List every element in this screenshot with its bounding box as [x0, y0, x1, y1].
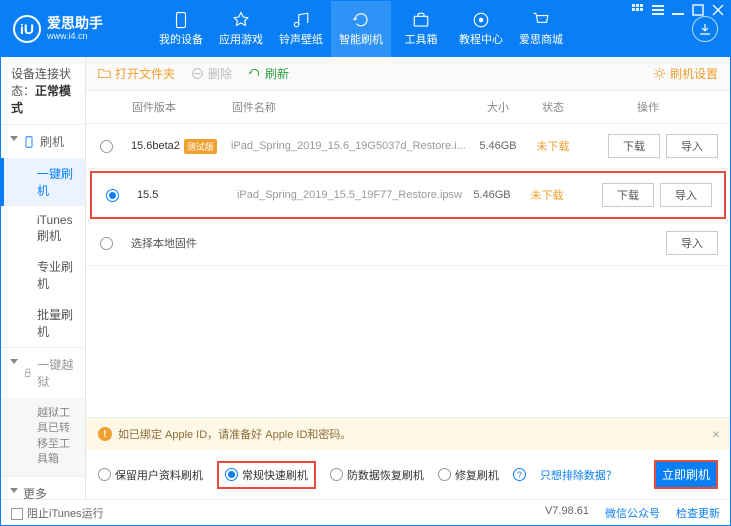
firmware-size: 5.46GB: [468, 140, 528, 152]
titlebar: iU 爱思助手 www.i4.cn 我的设备 应用游戏 铃声壁纸 智能刷机 工具…: [1, 1, 730, 57]
firmware-radio[interactable]: [106, 189, 119, 202]
check-update-link[interactable]: 检查更新: [676, 505, 720, 521]
menu-icon[interactable]: [651, 4, 665, 16]
beta-badge: 测试版: [184, 139, 217, 154]
import-button[interactable]: 导入: [666, 134, 718, 158]
app-title: 爱思助手: [47, 16, 103, 31]
connection-status: 设备连接状态：正常模式: [1, 57, 85, 125]
sidebar-group-more[interactable]: 更多: [1, 477, 85, 499]
close-icon[interactable]: [711, 4, 725, 16]
mode-keep-data[interactable]: 保留用户资料刷机: [98, 467, 203, 483]
appleid-alert: ! 如已绑定 Apple ID，请准备好 Apple ID和密码。 ×: [86, 418, 730, 450]
firmware-status: 未下载: [522, 187, 572, 203]
flash-settings-button[interactable]: 刷机设置: [653, 65, 718, 82]
download-button[interactable]: 下载: [602, 183, 654, 207]
local-firmware-row[interactable]: 选择本地固件 导入: [86, 221, 730, 266]
open-folder-button[interactable]: 打开文件夹: [98, 65, 175, 82]
mode-anti-recovery[interactable]: 防数据恢复刷机: [330, 467, 424, 483]
nav-tutorials[interactable]: 教程中心: [451, 1, 511, 57]
version-label: V7.98.61: [545, 505, 589, 521]
firmware-radio[interactable]: [100, 140, 113, 153]
nav-apps[interactable]: 应用游戏: [211, 1, 271, 57]
sidebar-item-itunes[interactable]: iTunes刷机: [1, 206, 85, 251]
nav-toolbox[interactable]: 工具箱: [391, 1, 451, 57]
import-button[interactable]: 导入: [660, 183, 712, 207]
sidebar-item-oneclick[interactable]: 一键刷机: [1, 158, 85, 206]
firmware-row-selected[interactable]: 15.5 iPad_Spring_2019_15.5_19F77_Restore…: [90, 171, 726, 219]
wechat-link[interactable]: 微信公众号: [605, 505, 660, 521]
grid-icon[interactable]: [631, 4, 645, 16]
app-subtitle: www.i4.cn: [47, 32, 103, 42]
download-orb-icon[interactable]: [692, 16, 718, 42]
mode-repair[interactable]: 修复刷机: [438, 467, 499, 483]
flash-now-button[interactable]: 立即刷机: [654, 460, 718, 489]
sidebar-group-flash[interactable]: 刷机: [1, 125, 85, 158]
app-logo: iU 爱思助手 www.i4.cn: [1, 1, 151, 57]
nav-my-device[interactable]: 我的设备: [151, 1, 211, 57]
sidebar-jailbreak-note: 越狱工具已转移至工具箱: [1, 398, 85, 476]
sidebar-item-batch[interactable]: 批量刷机: [1, 299, 85, 347]
main-panel: 打开文件夹 删除 刷新 刷机设置 固件版本 固件名称 大小 状态 操作 15.6…: [86, 57, 730, 499]
table-header: 固件版本 固件名称 大小 状态 操作: [86, 91, 730, 124]
sidebar-item-pro[interactable]: 专业刷机: [1, 251, 85, 299]
import-button[interactable]: 导入: [666, 231, 718, 255]
firmware-name: iPad_Spring_2019_15.6_19G5037d_Restore.i…: [231, 140, 468, 152]
sidebar: 设备连接状态：正常模式 刷机 一键刷机 iTunes刷机 专业刷机 批量刷机 一…: [1, 57, 86, 499]
download-button[interactable]: 下载: [608, 134, 660, 158]
exclude-data-link[interactable]: 只想排除数据？: [540, 467, 617, 483]
help-icon[interactable]: ?: [513, 468, 526, 481]
refresh-button[interactable]: 刷新: [248, 65, 289, 82]
alert-close-icon[interactable]: ×: [712, 426, 720, 442]
warning-icon: !: [98, 427, 112, 441]
minimize-icon[interactable]: [671, 4, 685, 16]
maximize-icon[interactable]: [691, 4, 705, 16]
firmware-size: 5.46GB: [462, 189, 522, 201]
firmware-name: iPad_Spring_2019_15.5_19F77_Restore.ipsw: [237, 189, 462, 201]
firmware-row[interactable]: 15.6beta2测试版 iPad_Spring_2019_15.6_19G50…: [86, 124, 730, 169]
block-itunes-checkbox[interactable]: 阻止iTunes运行: [11, 505, 104, 521]
nav-flash[interactable]: 智能刷机: [331, 1, 391, 57]
delete-button: 删除: [191, 65, 232, 82]
nav-ringtones[interactable]: 铃声壁纸: [271, 1, 331, 57]
sidebar-group-jailbreak[interactable]: 一键越狱: [1, 348, 85, 398]
nav-store[interactable]: 爱思商城: [511, 1, 571, 57]
firmware-radio[interactable]: [100, 237, 113, 250]
mode-normal[interactable]: 常规快速刷机: [217, 461, 316, 489]
status-bar: 阻止iTunes运行 V7.98.61 微信公众号 检查更新: [1, 499, 730, 525]
firmware-status: 未下载: [528, 138, 578, 154]
